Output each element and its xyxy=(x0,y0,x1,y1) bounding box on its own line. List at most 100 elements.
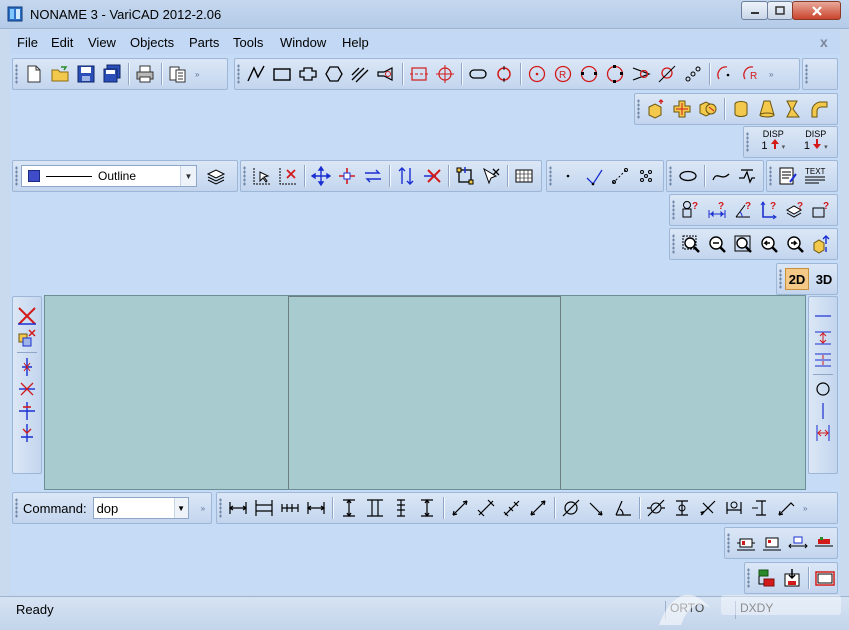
delete-icon[interactable] xyxy=(421,165,443,187)
zoom-window-icon[interactable] xyxy=(680,233,702,255)
dim-radius-icon[interactable] xyxy=(586,497,608,519)
vertical-offset-icon[interactable] xyxy=(812,422,834,444)
linetype-combo[interactable]: Outline ▼ xyxy=(21,165,197,187)
dim-diameter-shaft-icon[interactable] xyxy=(645,497,667,519)
circle-tangent-icon[interactable] xyxy=(604,63,626,85)
vertical-line-icon[interactable] xyxy=(812,400,834,422)
dim-diameter-icon[interactable] xyxy=(560,497,582,519)
edit-text-icon[interactable] xyxy=(777,165,799,187)
hatch-icon[interactable] xyxy=(349,63,371,85)
snap-point-icon[interactable] xyxy=(557,165,579,187)
break-line-icon[interactable] xyxy=(736,165,758,187)
minimize-button[interactable] xyxy=(741,1,768,20)
status-ortho[interactable]: ORTO xyxy=(665,601,704,619)
dim-aligned-series-icon[interactable] xyxy=(501,497,523,519)
rotate-arc-icon[interactable] xyxy=(493,63,515,85)
regenerate-icon[interactable] xyxy=(810,233,832,255)
disp-down-button[interactable]: DISP 1 ▾ xyxy=(797,129,836,155)
query-distance-icon[interactable]: ? xyxy=(706,199,728,221)
dim-horizontal-series-icon[interactable] xyxy=(279,497,301,519)
trim-icon[interactable] xyxy=(16,356,38,378)
dim-vertical-center-icon[interactable] xyxy=(749,497,771,519)
dim-vertical-chain-icon[interactable] xyxy=(364,497,386,519)
dim-leader-icon[interactable] xyxy=(775,497,797,519)
mdi-close-button[interactable]: x xyxy=(820,34,828,50)
save-icon[interactable] xyxy=(75,63,97,85)
chevron-down-icon[interactable]: ▼ xyxy=(173,498,188,518)
delete-object-icon[interactable] xyxy=(16,305,38,327)
dim-vertical-icon[interactable] xyxy=(338,497,360,519)
zoom-out-icon[interactable] xyxy=(706,233,728,255)
dim-horizontal-base-icon[interactable] xyxy=(305,497,327,519)
dim-vertical-diameter-icon[interactable] xyxy=(671,497,693,519)
join-icon[interactable] xyxy=(16,422,38,444)
delete-group-icon[interactable] xyxy=(16,327,38,349)
ellipse-icon[interactable] xyxy=(677,165,699,187)
toolbar-overflow-icon[interactable]: » xyxy=(769,70,774,79)
zoom-next-icon[interactable] xyxy=(784,233,806,255)
clipboard-icon[interactable] xyxy=(167,63,189,85)
horizontal-line-icon[interactable] xyxy=(812,305,834,327)
center-mark-icon[interactable] xyxy=(434,63,456,85)
dim-horizontal-chain-icon[interactable] xyxy=(253,497,275,519)
extrude-icon[interactable] xyxy=(645,98,667,120)
cylinder-icon[interactable] xyxy=(730,98,752,120)
menu-edit[interactable]: Edit xyxy=(51,35,73,50)
spline-icon[interactable] xyxy=(710,165,732,187)
toolbar-overflow-icon[interactable]: » xyxy=(195,70,200,79)
mirror-icon[interactable] xyxy=(362,165,384,187)
menu-view[interactable]: View xyxy=(88,35,116,50)
menu-parts[interactable]: Parts xyxy=(189,35,219,50)
boolean-icon[interactable] xyxy=(697,98,719,120)
zoom-previous-icon[interactable] xyxy=(758,233,780,255)
close-button[interactable] xyxy=(792,1,841,20)
save-all-icon[interactable] xyxy=(101,63,123,85)
toolbar-overflow-icon[interactable]: » xyxy=(201,504,206,513)
toolbar-overflow-icon[interactable]: » xyxy=(803,504,808,513)
query-angle-icon[interactable]: ? xyxy=(732,199,754,221)
polyline-icon[interactable] xyxy=(245,63,267,85)
mode-3d-button[interactable]: 3D xyxy=(812,268,836,290)
dim-aligned-base-icon[interactable] xyxy=(527,497,549,519)
circle-3points-icon[interactable] xyxy=(578,63,600,85)
cone-icon[interactable] xyxy=(756,98,778,120)
disp-up-button[interactable]: DISP 1 ▾ xyxy=(754,129,793,155)
pipe-icon[interactable] xyxy=(808,98,830,120)
box-cross-icon[interactable] xyxy=(671,98,693,120)
construction-circle-icon[interactable] xyxy=(812,378,834,400)
dim-aligned-chain-icon[interactable] xyxy=(475,497,497,519)
mode-2d-button[interactable]: 2D xyxy=(785,268,809,290)
query-layers-icon[interactable]: ? xyxy=(784,199,806,221)
dim-chamfer-icon[interactable] xyxy=(697,497,719,519)
grid-icon[interactable] xyxy=(513,165,535,187)
extend-icon[interactable] xyxy=(16,378,38,400)
dim-horizontal-icon[interactable] xyxy=(227,497,249,519)
status-coords[interactable]: DXDY xyxy=(735,601,773,619)
weld-symbol-icon[interactable] xyxy=(787,532,809,554)
offset-lines-icon[interactable] xyxy=(812,327,834,349)
chevron-down-icon[interactable]: ▼ xyxy=(180,166,196,186)
menu-tools[interactable]: Tools xyxy=(233,35,263,50)
menu-window[interactable]: Window xyxy=(280,35,326,50)
circle-tangent-lines-icon[interactable] xyxy=(630,63,652,85)
varicad-app-icon[interactable] xyxy=(7,6,23,22)
layers-icon[interactable] xyxy=(205,165,227,187)
points-icon[interactable] xyxy=(682,63,704,85)
datum-icon[interactable] xyxy=(813,532,835,554)
arc-icon[interactable] xyxy=(715,63,737,85)
select-cross-icon[interactable] xyxy=(480,165,502,187)
copy-move-icon[interactable] xyxy=(336,165,358,187)
tolerance-icon[interactable] xyxy=(735,532,757,554)
dim-horizontal-diameter-icon[interactable] xyxy=(723,497,745,519)
snap-corner-icon[interactable] xyxy=(583,165,605,187)
snap-pattern-icon[interactable] xyxy=(635,165,657,187)
menu-objects[interactable]: Objects xyxy=(130,35,174,50)
command-input[interactable]: dop ▼ xyxy=(92,497,189,519)
stretch-icon[interactable] xyxy=(395,165,417,187)
midline-icon[interactable] xyxy=(812,349,834,371)
arc-radius-icon[interactable]: R xyxy=(741,63,763,85)
block-insert-icon[interactable] xyxy=(755,567,777,589)
delete-select-icon[interactable] xyxy=(277,165,299,187)
slot-icon[interactable] xyxy=(467,63,489,85)
dim-vertical-series-icon[interactable] xyxy=(390,497,412,519)
